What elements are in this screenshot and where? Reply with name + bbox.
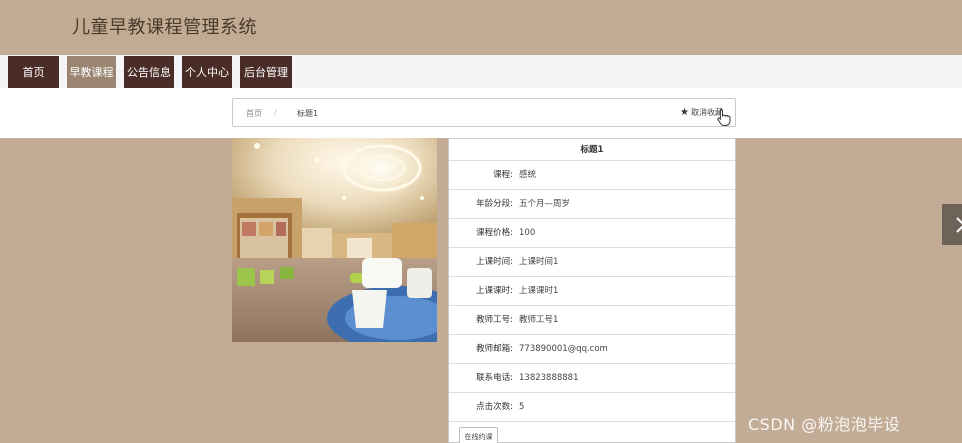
detail-row-teacher-email: 教师邮箱: 773890001@qq.com	[449, 335, 735, 364]
breadcrumb-current: 标题1	[297, 109, 319, 118]
nav-item-announcements[interactable]: 公告信息	[124, 56, 174, 88]
main-navbar: 首页 早教课程 公告信息 个人中心 后台管理	[0, 55, 962, 88]
detail-value: 五个月—周岁	[519, 199, 571, 209]
detail-row-phone: 联系电话: 13823888881	[449, 364, 735, 393]
detail-label: 上课课时:	[476, 286, 513, 296]
detail-value: 上课时间1	[519, 257, 559, 267]
nav-item-courses[interactable]: 早教课程	[67, 56, 116, 88]
detail-label: 教师工号:	[476, 315, 513, 325]
detail-row-price: 课程价格: 100	[449, 219, 735, 248]
star-icon: ★	[680, 107, 689, 118]
detail-label: 课程价格:	[476, 228, 513, 238]
breadcrumb-area: 首页 / 标题1 ★ 取消收藏	[0, 88, 962, 138]
nav-item-admin[interactable]: 后台管理	[240, 56, 292, 88]
detail-label: 课程:	[493, 170, 513, 180]
course-title: 标题1	[449, 139, 735, 161]
detail-label: 点击次数:	[476, 402, 513, 412]
detail-value: 5	[519, 402, 525, 412]
detail-row-class-hours: 上课课时: 上课课时1	[449, 277, 735, 306]
nav-item-profile[interactable]: 个人中心	[182, 56, 232, 88]
hand-cursor-icon	[717, 109, 731, 126]
detail-label: 联系电话:	[476, 373, 513, 383]
detail-row-clicks: 点击次数: 5	[449, 393, 735, 422]
site-header: 儿童早教课程管理系统	[0, 0, 962, 55]
book-row: 在线约课	[449, 422, 735, 443]
detail-row-teacher-id: 教师工号: 教师工号1	[449, 306, 735, 335]
breadcrumb-home[interactable]: 首页	[246, 108, 262, 119]
detail-row-age-range: 年龄分段: 五个月—周岁	[449, 190, 735, 219]
next-arrow-button[interactable]	[942, 204, 962, 245]
detail-label: 教师邮箱:	[476, 344, 513, 354]
detail-row-course: 课程: 感统	[449, 161, 735, 190]
detail-value: 上课课时1	[519, 286, 559, 296]
detail-label: 上课时间:	[476, 257, 513, 267]
course-detail-table: 标题1 课程: 感统 年龄分段: 五个月—周岁 课程价格: 100 上课时间: …	[448, 138, 736, 443]
breadcrumb: 首页 / 标题1 ★ 取消收藏	[232, 98, 736, 127]
detail-label: 年龄分段:	[476, 199, 513, 209]
breadcrumb-separator: /	[274, 108, 277, 117]
chevron-right-icon	[956, 217, 962, 233]
site-title: 儿童早教课程管理系统	[72, 17, 257, 38]
detail-row-class-time: 上课时间: 上课时间1	[449, 248, 735, 277]
watermark: CSDN @粉泡泡毕设	[748, 415, 901, 434]
nav-item-home[interactable]: 首页	[8, 56, 59, 88]
book-course-button[interactable]: 在线约课	[459, 427, 498, 443]
detail-value: 13823888881	[519, 373, 579, 383]
detail-value: 100	[519, 228, 536, 238]
detail-value: 感统	[519, 170, 537, 180]
course-photo	[232, 138, 437, 342]
detail-value: 教师工号1	[519, 315, 559, 325]
detail-value: 773890001@qq.com	[519, 344, 608, 354]
